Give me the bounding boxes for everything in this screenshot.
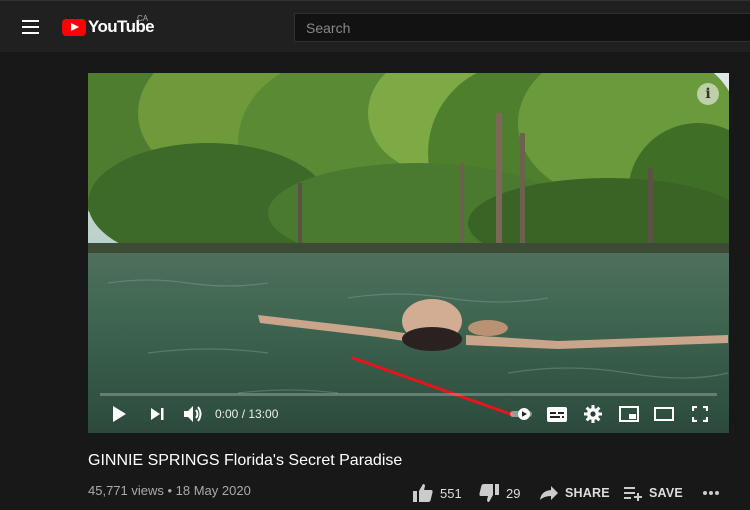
- miniplayer-icon[interactable]: [615, 395, 643, 433]
- like-count: 551: [440, 485, 462, 501]
- country-code: CA: [137, 14, 149, 23]
- player-controls: 0:00 / 13:00: [88, 395, 729, 433]
- play-icon[interactable]: [106, 395, 132, 433]
- time-display: 0:00 / 13:00: [215, 407, 279, 421]
- save-label: SAVE: [649, 486, 683, 500]
- dislike-count: 29: [506, 485, 521, 501]
- like-button[interactable]: 551: [412, 480, 462, 506]
- more-horizontal-icon: [703, 491, 719, 495]
- youtube-play-logo-icon: [62, 18, 86, 36]
- search-box: [294, 13, 750, 42]
- subtitles-icon[interactable]: [543, 395, 571, 433]
- search-input[interactable]: [295, 14, 750, 41]
- autoplay-toggle-icon[interactable]: [508, 395, 534, 433]
- next-video-icon[interactable]: [144, 395, 170, 433]
- dislike-button[interactable]: 29: [478, 480, 520, 506]
- thumbs-up-icon: [413, 484, 433, 502]
- video-frame: [88, 73, 729, 433]
- share-arrow-icon: [540, 486, 558, 500]
- hamburger-menu-icon[interactable]: [14, 15, 46, 39]
- volume-icon[interactable]: [179, 395, 207, 433]
- video-title: GINNIE SPRINGS Florida's Secret Paradise: [88, 452, 403, 469]
- video-meta: 45,771 views • 18 May 2020: [88, 483, 251, 498]
- add-to-playlist-icon: [624, 487, 642, 501]
- more-actions-button[interactable]: [702, 480, 726, 506]
- share-button[interactable]: SHARE: [539, 480, 610, 506]
- theater-mode-icon[interactable]: [650, 395, 678, 433]
- save-button[interactable]: SAVE: [623, 480, 683, 506]
- fullscreen-icon[interactable]: [686, 395, 714, 433]
- info-icon[interactable]: i: [697, 83, 719, 105]
- masthead: YouTube CA: [0, 0, 750, 52]
- thumbs-down-icon: [479, 484, 499, 502]
- share-label: SHARE: [565, 486, 610, 500]
- settings-gear-icon[interactable]: [579, 395, 607, 433]
- video-player[interactable]: i 0:00 / 13:00: [88, 73, 729, 433]
